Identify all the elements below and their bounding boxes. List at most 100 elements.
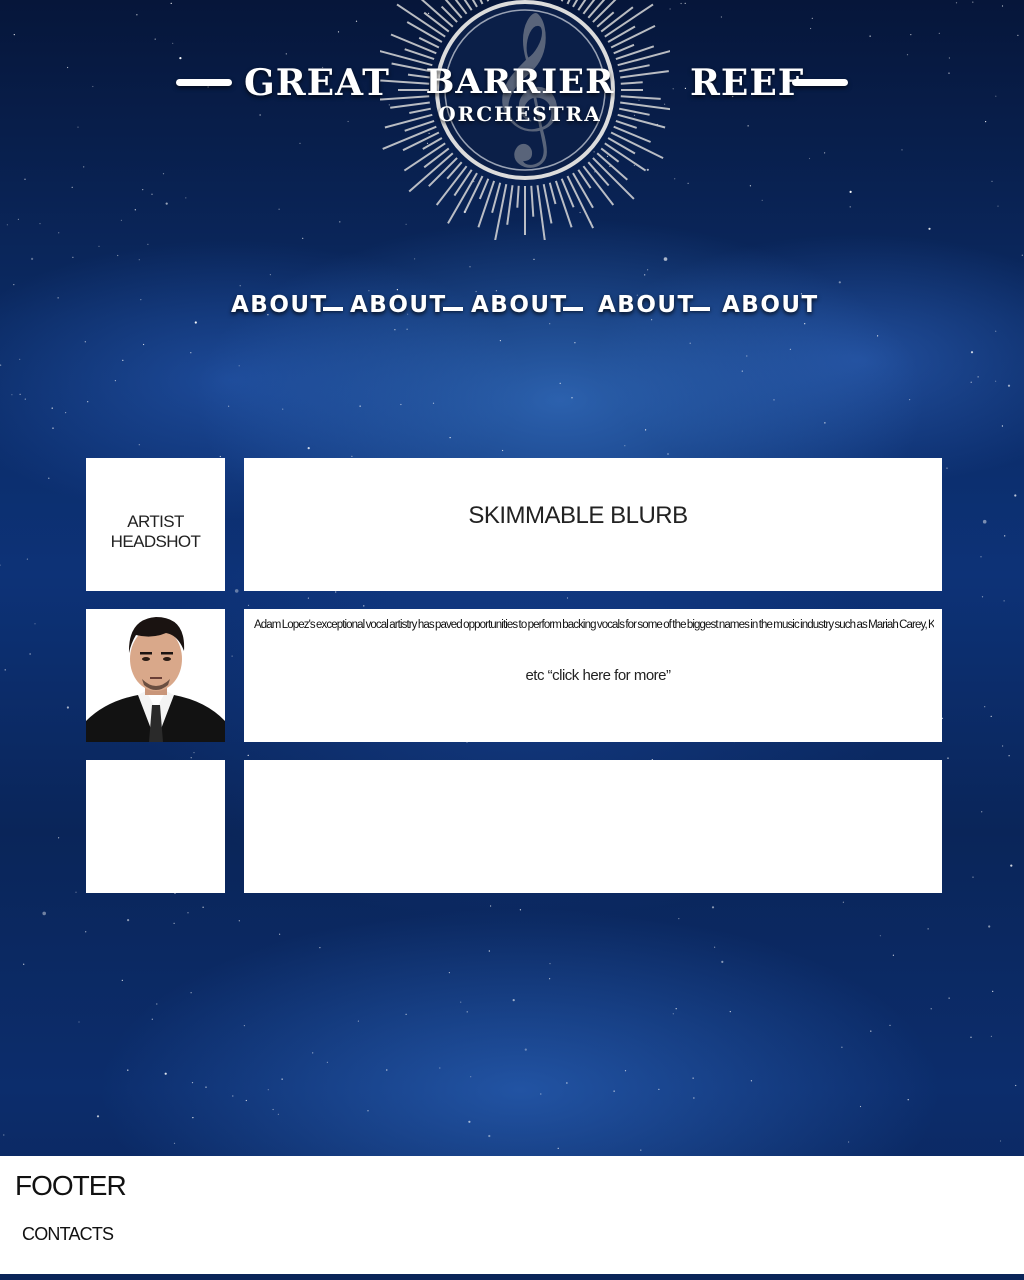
nav-item-about-2[interactable]: ABOUT	[350, 292, 447, 318]
emblem-ray	[619, 107, 650, 116]
star	[574, 342, 576, 344]
star	[995, 330, 997, 332]
star	[219, 455, 221, 458]
contacts-link[interactable]: CONTACTS	[22, 1224, 114, 1245]
emblem-ray	[617, 113, 666, 129]
star	[192, 1117, 194, 1119]
star	[234, 589, 239, 593]
star	[990, 715, 992, 718]
star	[26, 558, 28, 560]
star	[678, 918, 680, 920]
star	[1007, 384, 1011, 387]
emblem-ray	[554, 180, 573, 228]
star	[193, 752, 195, 754]
star	[559, 382, 561, 384]
star	[3, 1134, 5, 1136]
empty-panel	[244, 760, 942, 893]
emblem-ray	[408, 152, 454, 193]
star	[4, 669, 6, 671]
star	[992, 990, 994, 993]
emblem-ray	[542, 184, 553, 224]
star	[970, 381, 972, 383]
star	[879, 935, 882, 937]
star	[877, 335, 879, 337]
star	[48, 477, 50, 479]
star	[357, 1020, 359, 1022]
star	[75, 891, 77, 893]
star	[995, 380, 997, 382]
star	[613, 1090, 615, 1092]
star	[711, 906, 715, 909]
emblem-ray	[506, 185, 514, 225]
star	[1021, 254, 1023, 256]
star	[842, 901, 845, 903]
star	[848, 1141, 850, 1143]
star	[187, 912, 189, 914]
star	[1002, 745, 1004, 747]
star	[272, 1108, 274, 1111]
logo-dash-left	[176, 79, 232, 86]
emblem-ray	[620, 81, 643, 85]
emblem-ray	[620, 95, 661, 100]
star	[499, 340, 501, 342]
emblem-ray	[560, 0, 564, 2]
read-more-link[interactable]: etc “click here for more”	[244, 667, 952, 684]
star	[138, 444, 140, 446]
artist-headshot-placeholder: ARTIST HEADSHOT	[86, 458, 225, 591]
star	[151, 1018, 153, 1020]
star	[72, 256, 74, 258]
star	[190, 352, 192, 354]
star	[663, 257, 668, 261]
star	[980, 556, 982, 558]
star	[173, 922, 175, 924]
blurb-title: SKIMMABLE BLURB	[468, 502, 688, 529]
blurb-panel: SKIMMABLE BLURB	[244, 458, 942, 591]
star	[351, 455, 353, 457]
star	[714, 946, 716, 948]
star	[307, 597, 309, 599]
star	[909, 399, 911, 401]
emblem-ray	[620, 70, 669, 79]
star	[549, 963, 551, 965]
star	[326, 1061, 328, 1063]
star	[533, 258, 535, 260]
emblem-ray	[423, 11, 450, 33]
emblem-ray	[592, 157, 635, 200]
artist-headshot[interactable]	[86, 609, 225, 742]
star	[490, 905, 492, 907]
nav-item-about-3[interactable]: ABOUT	[471, 292, 568, 318]
star	[405, 1013, 407, 1015]
star	[566, 1082, 568, 1084]
star	[243, 1025, 245, 1027]
star	[367, 1110, 369, 1112]
star	[52, 427, 54, 429]
star	[948, 997, 950, 999]
star	[672, 1013, 674, 1015]
nav-item-about-5[interactable]: ABOUT	[722, 292, 819, 318]
star	[988, 925, 991, 928]
nav-item-about-4[interactable]: ABOUT	[598, 292, 695, 318]
star	[231, 655, 233, 657]
star	[644, 274, 646, 276]
star	[647, 269, 649, 271]
star	[689, 342, 691, 344]
nav-item-about-1[interactable]: ABOUT	[231, 292, 328, 318]
bio-text: Adam Lopez's exceptional vocal artistry …	[254, 619, 934, 631]
star	[448, 972, 450, 974]
nav-separator	[443, 307, 463, 311]
star	[540, 1093, 542, 1095]
star	[930, 1008, 932, 1010]
star	[396, 289, 398, 291]
star	[972, 876, 974, 878]
star	[870, 1030, 872, 1032]
star	[999, 1140, 1002, 1142]
star	[859, 1105, 862, 1108]
star	[30, 257, 34, 260]
star	[114, 380, 116, 382]
star	[524, 1048, 527, 1051]
star	[51, 407, 53, 409]
star	[1003, 600, 1005, 602]
star	[202, 906, 204, 908]
star	[488, 950, 490, 952]
star	[205, 1086, 207, 1088]
